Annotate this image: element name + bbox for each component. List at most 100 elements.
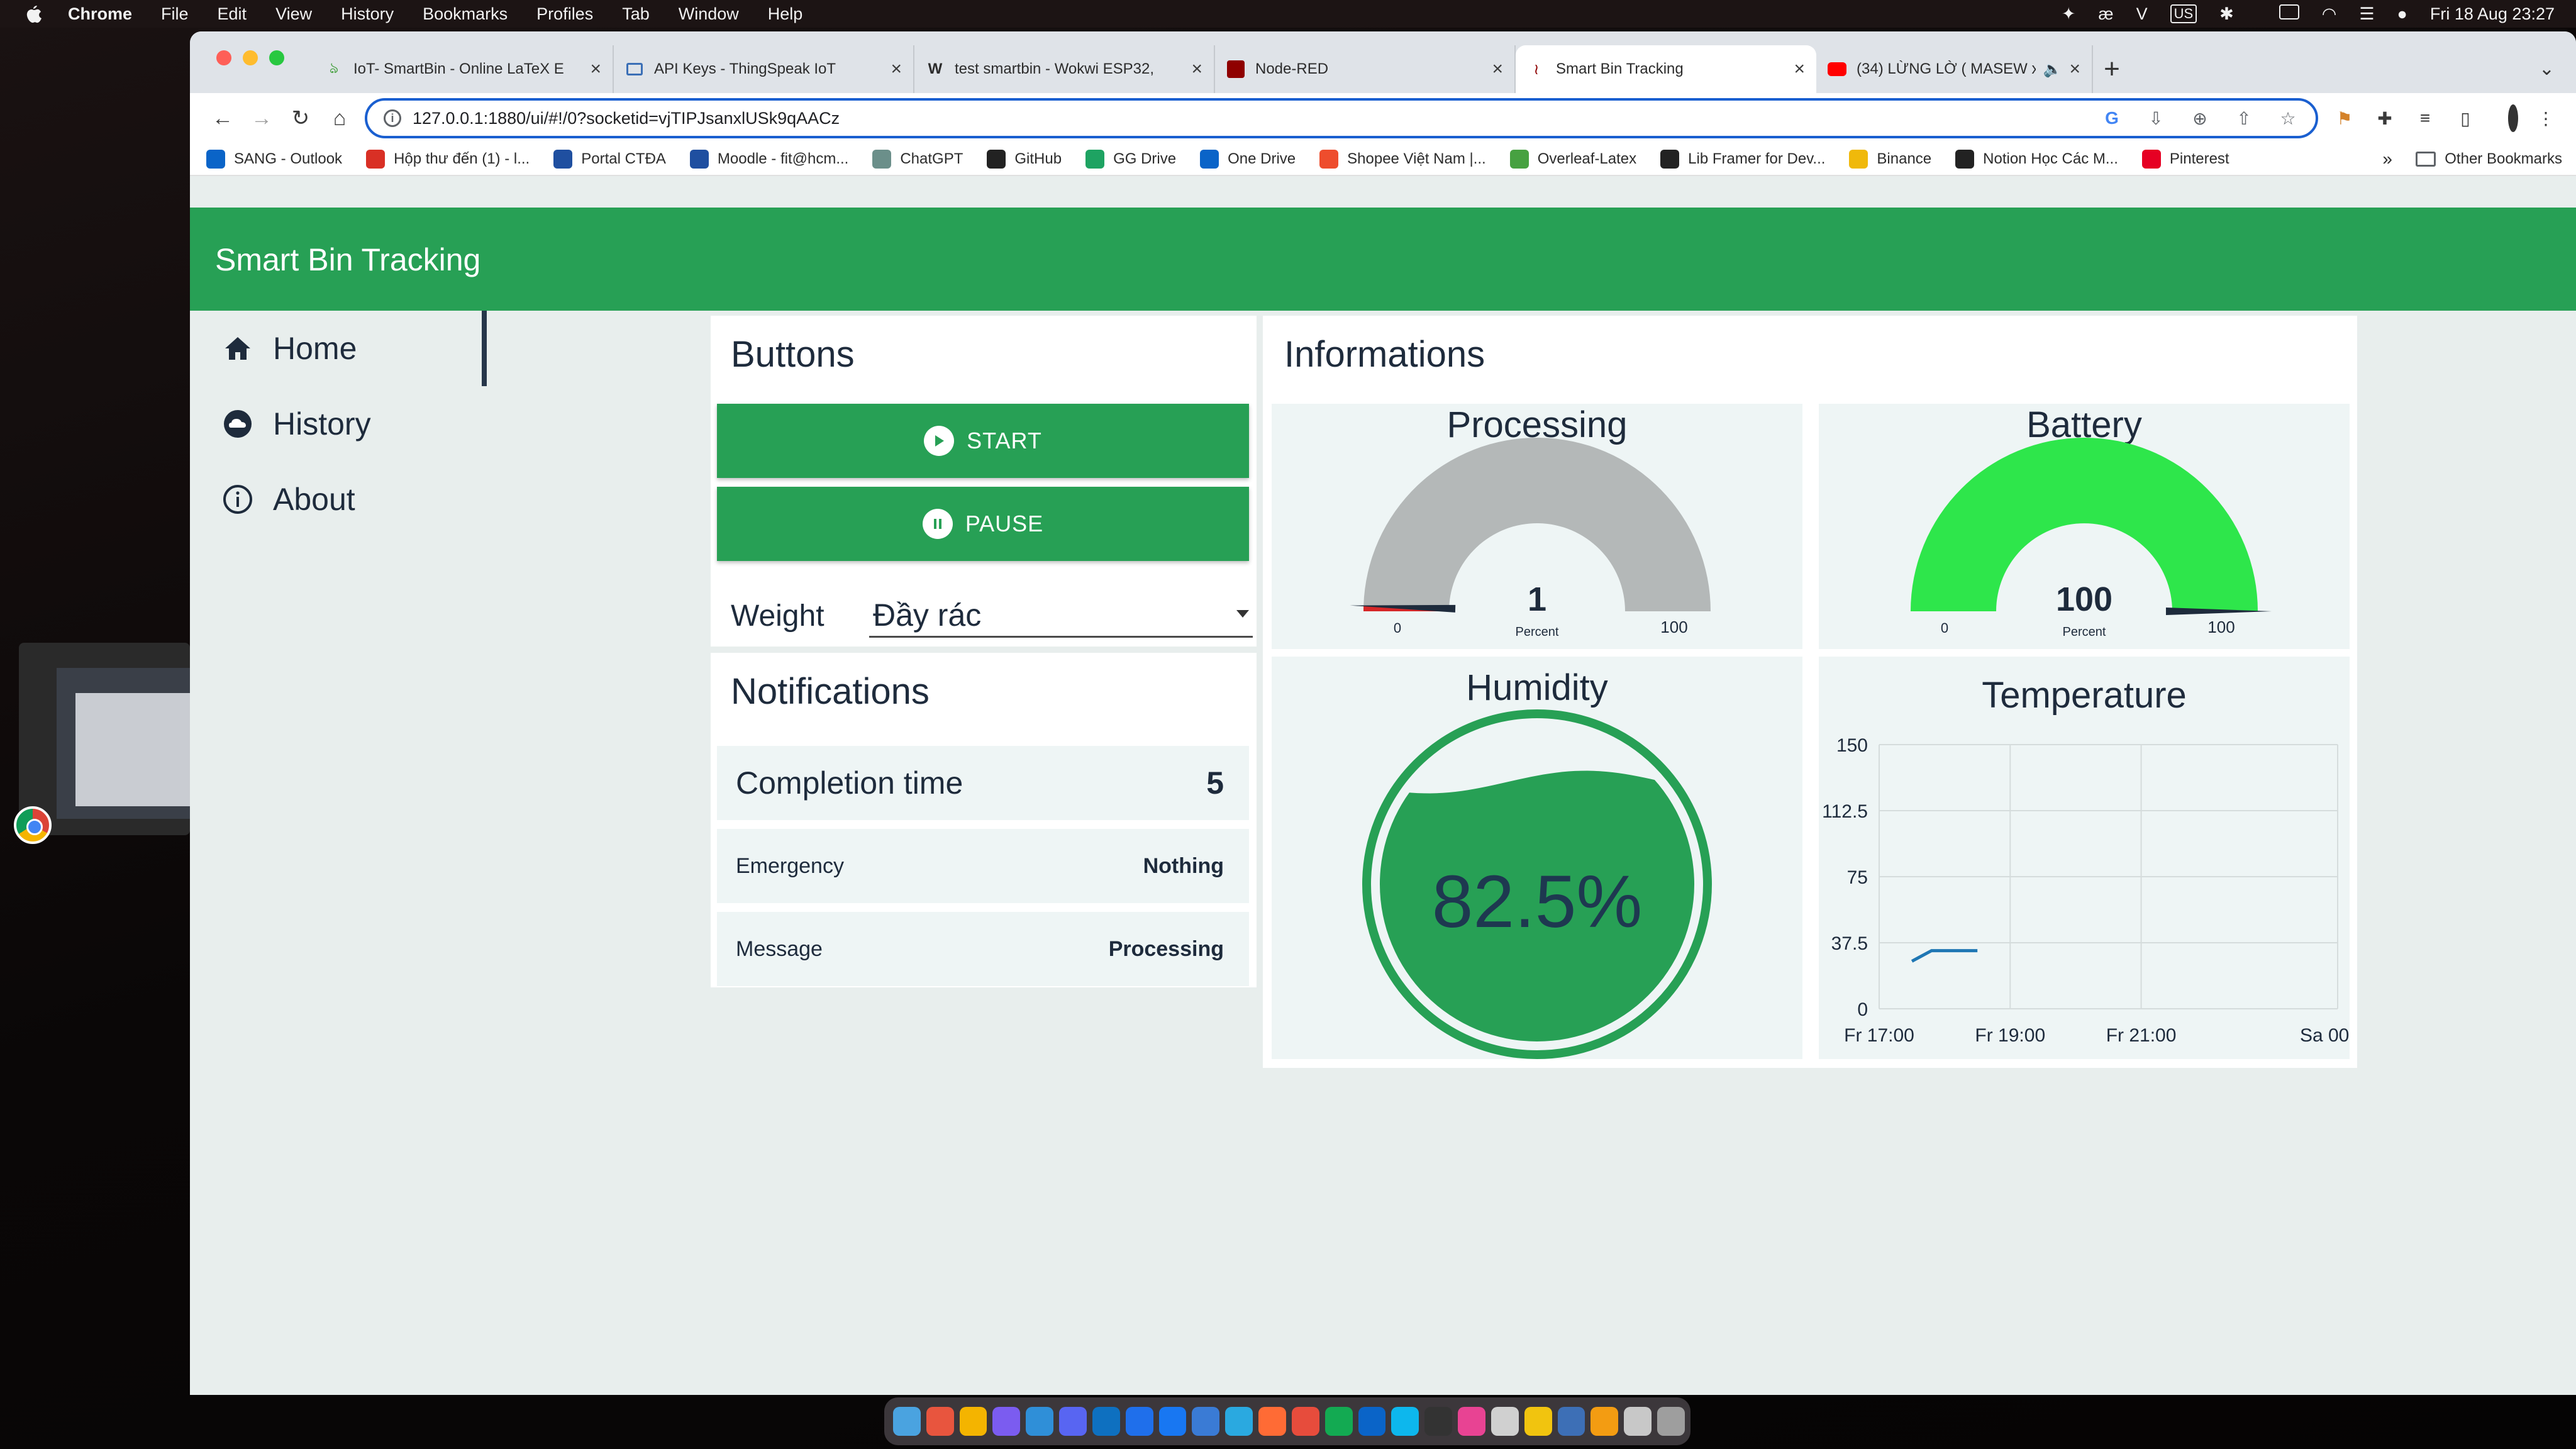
dock-app-icon[interactable] bbox=[1092, 1407, 1120, 1436]
site-info-icon[interactable]: i bbox=[384, 109, 401, 127]
bookmark-item[interactable]: Overleaf-Latex bbox=[1509, 150, 1636, 169]
zoom-icon[interactable]: ⊕ bbox=[2187, 108, 2212, 129]
menu-help[interactable]: Help bbox=[768, 4, 803, 24]
dock-app-icon[interactable] bbox=[1158, 1407, 1187, 1436]
apple-menu-icon[interactable] bbox=[25, 4, 43, 24]
profile-avatar[interactable] bbox=[2493, 104, 2518, 132]
menu-tab[interactable]: Tab bbox=[622, 4, 650, 24]
bookmark-item[interactable]: Hộp thư đến (1) - l... bbox=[366, 150, 530, 169]
dock-app-icon[interactable] bbox=[893, 1407, 921, 1436]
tab-close-icon[interactable]: × bbox=[1191, 58, 1202, 80]
tab-close-icon[interactable]: × bbox=[1492, 58, 1503, 80]
tab-close-icon[interactable]: × bbox=[2069, 58, 2080, 80]
siri-icon[interactable]: ● bbox=[2397, 4, 2407, 24]
menu-file[interactable]: File bbox=[161, 4, 189, 24]
extension-bookmark-icon[interactable]: ⚑ bbox=[2332, 104, 2357, 132]
status-ae-icon[interactable]: æ bbox=[2099, 4, 2114, 24]
dock-app-icon[interactable] bbox=[1524, 1407, 1552, 1436]
window-close-button[interactable] bbox=[216, 50, 231, 65]
bookmark-item[interactable]: Notion Học Các M... bbox=[1955, 150, 2118, 169]
control-center-icon[interactable]: ☰ bbox=[2359, 4, 2374, 24]
dock-app-icon[interactable] bbox=[1225, 1407, 1253, 1436]
menu-profiles[interactable]: Profiles bbox=[536, 4, 593, 24]
dock-app-icon[interactable] bbox=[959, 1407, 987, 1436]
tab-close-icon[interactable]: × bbox=[590, 58, 601, 80]
dock-app-icon[interactable] bbox=[1424, 1407, 1453, 1436]
extensions-puzzle-icon[interactable]: ✚ bbox=[2372, 104, 2397, 132]
other-bookmarks-folder[interactable]: Other Bookmarks bbox=[2416, 150, 2562, 168]
menu-window[interactable]: Window bbox=[679, 4, 739, 24]
sidebar-item-about[interactable]: About bbox=[190, 462, 489, 537]
tab-node-red[interactable]: Node-RED × bbox=[1215, 45, 1516, 93]
bookmark-item[interactable]: Pinterest bbox=[2141, 150, 2229, 169]
pause-button[interactable]: PAUSE bbox=[717, 487, 1249, 561]
forward-button[interactable]: → bbox=[248, 104, 275, 132]
bookmark-item[interactable]: GitHub bbox=[987, 150, 1062, 169]
menubar-clock[interactable]: Fri 18 Aug 23:27 bbox=[2430, 4, 2555, 24]
tab-thingspeak[interactable]: API Keys - ThingSpeak IoT × bbox=[614, 45, 914, 93]
window-zoom-button[interactable] bbox=[269, 50, 284, 65]
dock-app-icon[interactable] bbox=[1491, 1407, 1519, 1436]
tab-close-icon[interactable]: × bbox=[1794, 58, 1805, 80]
dock-app-icon[interactable] bbox=[1258, 1407, 1286, 1436]
dock-app-icon[interactable] bbox=[1657, 1407, 1685, 1436]
address-bar[interactable]: i 127.0.0.1:1880/ui/#!/0?socketid=vjTIPJ… bbox=[365, 98, 2318, 138]
menu-edit[interactable]: Edit bbox=[218, 4, 247, 24]
bookmarks-overflow-button[interactable]: » bbox=[2382, 149, 2392, 169]
dock-app-icon[interactable] bbox=[1125, 1407, 1153, 1436]
speaker-icon[interactable]: 🔈 bbox=[2043, 60, 2062, 79]
menu-history[interactable]: History bbox=[341, 4, 394, 24]
weight-dropdown[interactable]: Đầy rác bbox=[869, 594, 1253, 638]
tab-smart-bin-tracking[interactable]: ≀ Smart Bin Tracking × bbox=[1516, 45, 1816, 93]
sidebar-item-history[interactable]: History bbox=[190, 386, 489, 462]
dock-app-icon[interactable] bbox=[1358, 1407, 1386, 1436]
menu-view[interactable]: View bbox=[275, 4, 312, 24]
menu-bookmarks[interactable]: Bookmarks bbox=[423, 4, 508, 24]
dock-app-icon[interactable] bbox=[992, 1407, 1021, 1436]
dock-app-icon[interactable] bbox=[1059, 1407, 1087, 1436]
back-button[interactable]: ← bbox=[209, 104, 236, 132]
share-icon[interactable]: ⇧ bbox=[2231, 108, 2257, 129]
bookmark-item[interactable]: GG Drive bbox=[1085, 150, 1176, 169]
status-v-icon[interactable]: V bbox=[2136, 4, 2148, 24]
bookmark-item[interactable]: Binance bbox=[1849, 150, 1931, 169]
dock-app-icon[interactable] bbox=[1291, 1407, 1319, 1436]
bookmark-item[interactable]: Portal CTĐA bbox=[553, 150, 666, 169]
bookmark-item[interactable]: SANG - Outlook bbox=[206, 150, 342, 169]
home-button[interactable]: ⌂ bbox=[326, 104, 353, 132]
google-lens-icon[interactable]: G bbox=[2099, 108, 2124, 129]
side-panel-icon[interactable]: ▯ bbox=[2453, 104, 2478, 132]
wifi-icon[interactable]: ◠ bbox=[2322, 4, 2337, 24]
background-window-thumbnail[interactable] bbox=[19, 643, 190, 835]
dock-app-icon[interactable] bbox=[1557, 1407, 1585, 1436]
input-source-badge[interactable]: US bbox=[2170, 4, 2197, 23]
sidebar-item-home[interactable]: Home bbox=[190, 311, 489, 386]
install-app-icon[interactable]: ⇩ bbox=[2143, 108, 2168, 129]
battery-icon[interactable] bbox=[2257, 4, 2299, 24]
chrome-menu-icon[interactable]: ⋮ bbox=[2533, 104, 2558, 132]
dock-app-icon[interactable] bbox=[1591, 1407, 1619, 1436]
bluetooth-icon[interactable]: ✱ bbox=[2219, 4, 2234, 24]
bookmark-item[interactable]: Shopee Việt Nam |... bbox=[1319, 150, 1486, 169]
dock-app-icon[interactable] bbox=[1391, 1407, 1419, 1436]
start-button[interactable]: START bbox=[717, 404, 1249, 478]
menubar-app-name[interactable]: Chrome bbox=[68, 4, 132, 24]
dock-app-icon[interactable] bbox=[1026, 1407, 1054, 1436]
dock-app-icon[interactable] bbox=[1624, 1407, 1652, 1436]
url-text[interactable]: 127.0.0.1:1880/ui/#!/0?socketid=vjTIPJsa… bbox=[413, 109, 840, 128]
bookmark-item[interactable]: Moodle - fit@hcm... bbox=[689, 150, 848, 169]
bookmark-star-icon[interactable]: ☆ bbox=[2275, 108, 2301, 129]
tab-wokwi[interactable]: W test smartbin - Wokwi ESP32, × bbox=[914, 45, 1215, 93]
dock-app-icon[interactable] bbox=[926, 1407, 954, 1436]
tab-youtube[interactable]: (34) LỪNG LỜ ( MASEW x 🔈 × bbox=[1816, 45, 2093, 93]
reading-list-icon[interactable]: ≡ bbox=[2412, 104, 2438, 132]
reload-button[interactable]: ↻ bbox=[287, 104, 314, 132]
tab-search-chevron-icon[interactable]: ⌄ bbox=[2539, 58, 2555, 80]
dock-app-icon[interactable] bbox=[1324, 1407, 1353, 1436]
bookmark-item[interactable]: Lib Framer for Dev... bbox=[1660, 150, 1825, 169]
bookmark-item[interactable]: One Drive bbox=[1200, 150, 1296, 169]
status-app-icon[interactable]: ✦ bbox=[2062, 4, 2076, 24]
bookmark-item[interactable]: ChatGPT bbox=[872, 150, 963, 169]
window-minimize-button[interactable] bbox=[243, 50, 258, 65]
tab-close-icon[interactable]: × bbox=[891, 58, 902, 80]
